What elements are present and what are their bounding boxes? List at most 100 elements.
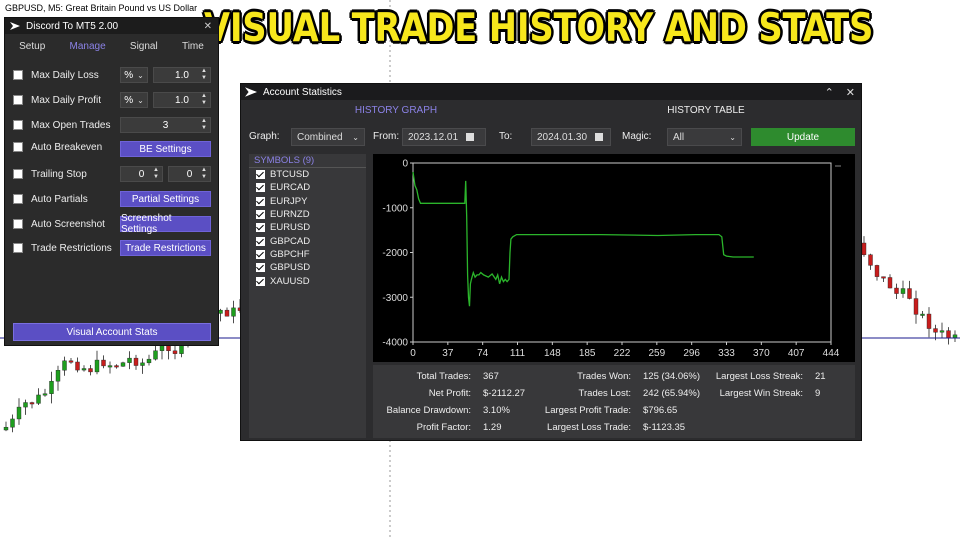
symbol-checkbox[interactable] — [256, 183, 265, 193]
symbol-item[interactable]: EURCAD — [249, 181, 366, 194]
symbol-checkbox[interactable] — [256, 223, 265, 233]
candle-body — [172, 350, 178, 354]
symbols-header: SYMBOLS (9) — [249, 154, 366, 168]
tab-setup[interactable]: Setup — [19, 41, 45, 52]
trailing-stop-start-input[interactable]: 0 ▲ ▼ — [120, 166, 163, 182]
max-daily-profit-checkbox[interactable] — [13, 95, 23, 105]
max-daily-profit-row: Max Daily Profit — [13, 92, 101, 108]
candle-body — [920, 313, 925, 316]
candle-body — [907, 288, 912, 299]
y-tick-label: -4000 — [382, 338, 408, 349]
trailing-stop-checkbox[interactable] — [13, 169, 23, 179]
y-tick-label: -3000 — [382, 293, 408, 304]
auto-screenshot-row: Auto Screenshot — [13, 216, 105, 232]
largest-profit-trade-label: Largest Profit Trade: — [544, 405, 631, 416]
largest-loss-trade-value: $-1123.35 — [643, 422, 686, 433]
candle-body — [42, 393, 48, 396]
symbol-checkbox[interactable] — [256, 210, 265, 220]
calendar-icon — [595, 133, 604, 141]
symbol-label: BTCUSD — [270, 169, 310, 181]
tab-time[interactable]: Time — [182, 41, 204, 52]
magic-select[interactable]: All ⌄ — [667, 128, 742, 146]
window-title: Account Statistics — [263, 86, 342, 98]
x-tick-label: 111 — [510, 348, 526, 359]
tab-signal[interactable]: Signal — [130, 41, 158, 52]
tab-history-graph[interactable]: HISTORY GRAPH — [241, 102, 551, 120]
symbol-checkbox[interactable] — [256, 263, 265, 273]
collapse-icon[interactable]: ⌃ — [825, 86, 834, 99]
filter-controls: Graph: Combined ⌄ From: 2023.12.01 To: 20… — [249, 128, 855, 146]
tab-manage[interactable]: Manage — [70, 41, 106, 52]
update-button[interactable]: Update — [751, 128, 855, 146]
candle-body — [114, 365, 119, 368]
max-open-trades-input[interactable]: 3 ▲ ▼ — [120, 117, 211, 133]
candle-body — [16, 406, 22, 420]
trades-lost-label: Trades Lost: — [578, 388, 631, 399]
x-tick-label: 333 — [718, 348, 735, 359]
symbol-item[interactable]: GBPCAD — [249, 234, 366, 247]
graph-select[interactable]: Combined ⌄ — [291, 128, 365, 146]
candle-body — [120, 362, 126, 367]
visual-account-stats-button[interactable]: Visual Account Stats — [13, 323, 211, 341]
auto-partials-checkbox[interactable] — [13, 194, 23, 204]
from-date-input[interactable]: 2023.12.01 — [402, 128, 486, 146]
be-settings-button[interactable]: BE Settings — [120, 141, 211, 157]
symbol-checkbox[interactable] — [256, 170, 265, 180]
panel-titlebar: Discord To MT5 2.00 ✕ — [5, 18, 218, 34]
symbol-checkbox[interactable] — [256, 276, 265, 286]
symbol-label: GBPCHF — [270, 248, 310, 260]
x-tick-label: 444 — [823, 348, 840, 359]
max-daily-loss-input[interactable]: 1.0 ▲ ▼ — [153, 67, 211, 83]
max-daily-loss-checkbox[interactable] — [13, 70, 23, 80]
symbol-item[interactable]: EURUSD — [249, 221, 366, 234]
symbol-checkbox[interactable] — [256, 236, 265, 246]
candle-body — [894, 287, 899, 294]
trade-restrictions-button[interactable]: Trade Restrictions — [120, 240, 211, 256]
partial-settings-button[interactable]: Partial Settings — [120, 191, 211, 207]
balance-drawdown-label: Balance Drawdown: — [386, 405, 472, 416]
screenshot-settings-button[interactable]: Screenshot Settings — [120, 213, 211, 235]
candle-body — [81, 368, 87, 371]
auto-partials-label: Auto Partials — [31, 193, 88, 205]
candle-body — [939, 330, 945, 333]
trailing-stop-step-input[interactable]: 0 ▲ ▼ — [168, 166, 211, 182]
x-tick-label: 74 — [477, 348, 489, 359]
balance-graph: 0 -1000 -2000 -3000 -4000 0 37 74 111 148 185 222 25… — [373, 154, 855, 362]
auto-breakeven-checkbox[interactable] — [13, 142, 23, 152]
symbol-item[interactable]: GBPUSD — [249, 261, 366, 274]
symbol-item[interactable]: EURNZD — [249, 208, 366, 221]
symbol-label: EURUSD — [270, 222, 311, 234]
symbol-item[interactable]: EURJPY — [249, 195, 366, 208]
candle-body — [153, 350, 158, 360]
x-tick-label: 296 — [683, 348, 700, 359]
symbol-checkbox[interactable] — [256, 196, 265, 206]
auto-screenshot-label: Auto Screenshot — [31, 218, 105, 230]
max-daily-profit-input[interactable]: 1.0 ▲ ▼ — [153, 92, 211, 108]
max-daily-profit-unit-select[interactable]: % ⌄ — [120, 92, 148, 108]
spinner-icon: ▲ ▼ — [201, 93, 207, 106]
trade-restrictions-checkbox[interactable] — [13, 243, 23, 253]
candle-body — [933, 328, 938, 333]
y-tick-label: -1000 — [382, 203, 408, 214]
max-open-trades-checkbox[interactable] — [13, 120, 23, 130]
max-daily-loss-unit-select[interactable]: % ⌄ — [120, 67, 148, 83]
graph-label: Graph: — [249, 131, 280, 142]
auto-breakeven-row: Auto Breakeven — [13, 139, 102, 155]
tab-history-table[interactable]: HISTORY TABLE — [551, 102, 861, 120]
magic-label: Magic: — [622, 131, 652, 142]
symbol-item[interactable]: GBPCHF — [249, 248, 366, 261]
auto-screenshot-checkbox[interactable] — [13, 219, 23, 229]
candle-body — [231, 307, 236, 317]
candle-body — [94, 359, 100, 373]
x-tick-label: 259 — [648, 348, 665, 359]
window-titlebar: Account Statistics ⌃ ✕ — [241, 84, 861, 100]
symbol-label: XAUUSD — [270, 275, 310, 287]
close-icon[interactable]: ✕ — [846, 86, 855, 99]
close-icon[interactable]: ✕ — [204, 21, 212, 32]
symbol-item[interactable]: BTCUSD — [249, 168, 366, 181]
to-date-input[interactable]: 2024.01.30 — [531, 128, 611, 146]
symbol-checkbox[interactable] — [256, 249, 265, 259]
symbol-item[interactable]: XAUUSD — [249, 274, 366, 287]
x-tick-label: 37 — [442, 348, 454, 359]
max-daily-profit-label: Max Daily Profit — [31, 94, 102, 106]
